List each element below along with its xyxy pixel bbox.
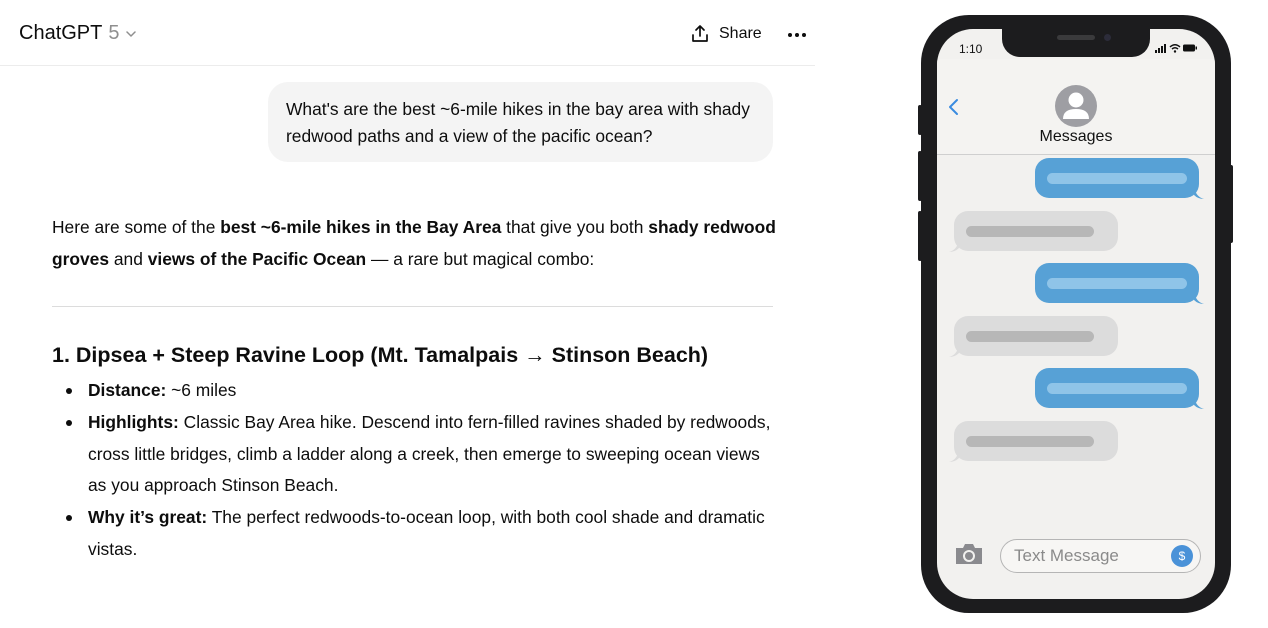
bubble-tail (949, 239, 959, 252)
intro-bold-text: best ~6-mile hikes in the Bay Area (220, 217, 502, 237)
volume-down-button (918, 211, 922, 261)
camera-icon[interactable] (953, 541, 985, 567)
wifi-icon (1169, 44, 1181, 53)
chat-header: ChatGPT 5 Share (0, 0, 815, 66)
share-upload-icon (692, 25, 708, 42)
intro-text: and (109, 248, 148, 269)
chevron-down-icon (126, 30, 137, 37)
outgoing-message-bubble[interactable] (1035, 263, 1204, 304)
section-heading: 1. Dipsea + Steep Ravine Loop (Mt. Tamal… (52, 343, 709, 367)
outgoing-message-bubble[interactable] (1035, 158, 1204, 199)
list-item: Highlights: Classic Bay Area hike. Desce… (66, 407, 778, 502)
assistant-intro-paragraph: Here are some of the best ~6-mile hikes … (52, 212, 777, 275)
message-placeholder-bar (966, 225, 1094, 237)
phone-frame: 1:10 Messages Text Message $ (918, 15, 1233, 613)
message-placeholder-bar (966, 330, 1094, 342)
detail-list: Distance: ~6 miles Highlights: Classic B… (66, 375, 778, 566)
front-camera (1104, 34, 1111, 41)
message-placeholder-bar (1047, 173, 1187, 184)
list-item-label: Highlights: (88, 411, 179, 432)
message-placeholder-bar (1047, 278, 1187, 289)
share-button[interactable]: Share (690, 24, 762, 44)
speaker (1057, 35, 1095, 40)
bubble-tail (1194, 187, 1204, 199)
share-label: Share (719, 25, 762, 42)
status-icons (1155, 44, 1197, 53)
list-item-label: Distance: (88, 380, 167, 400)
status-time: 1:10 (959, 42, 983, 56)
incoming-message-bubble[interactable] (949, 315, 1118, 357)
list-item-label: Why it’s great: (88, 507, 208, 528)
message-placeholder-bar (966, 435, 1094, 447)
model-version: 5 (108, 22, 120, 44)
divider (52, 306, 773, 307)
person-avatar-icon[interactable] (1055, 85, 1097, 127)
volume-up-button (918, 151, 922, 201)
back-chevron-icon[interactable] (947, 97, 961, 117)
user-message-bubble: What's are the best ~6-mile hikes in the… (268, 82, 773, 162)
intro-text: — a rare but magical combo: (366, 248, 595, 269)
messages-nav-bar: Messages (937, 59, 1215, 155)
phone-screen: 1:10 Messages Text Message $ (937, 29, 1215, 599)
list-item: Why it’s great: The perfect redwoods-to-… (66, 502, 778, 566)
chat-panel: ChatGPT 5 Share What's are the best ~6-m… (0, 0, 815, 628)
signal-icon (1155, 44, 1166, 53)
battery-icon (1183, 44, 1197, 52)
list-item: Distance: ~6 miles (66, 375, 778, 407)
incoming-message-bubble[interactable] (949, 210, 1118, 252)
input-placeholder: Text Message (1014, 546, 1119, 565)
incoming-message-bubble[interactable] (949, 420, 1118, 462)
bubble-tail (1194, 292, 1204, 304)
bubble-tail (949, 449, 959, 462)
model-selector[interactable]: ChatGPT 5 (19, 22, 137, 45)
message-placeholder-bar (1047, 383, 1187, 394)
list-item-text: ~6 miles (166, 380, 237, 400)
model-name: ChatGPT (19, 22, 103, 44)
list-item-text: Classic Bay Area hike. Descend into fern… (88, 411, 771, 496)
contact-label: Messages (1039, 128, 1113, 145)
intro-text: that give you both (501, 217, 649, 237)
bubble-tail (1194, 397, 1204, 409)
bubble-tail (949, 344, 959, 357)
outgoing-message-bubble[interactable] (1035, 368, 1204, 409)
more-horizontal-icon[interactable] (786, 24, 808, 46)
text-message-input[interactable]: Text Message $ (1000, 539, 1201, 573)
intro-bold-text: views of the Pacific Ocean (147, 248, 367, 269)
notch (1002, 29, 1150, 57)
intro-text: Here are some of the (52, 217, 221, 237)
app-store-icon[interactable]: $ (1171, 545, 1193, 567)
mute-switch (918, 105, 922, 135)
power-button (1229, 165, 1233, 243)
